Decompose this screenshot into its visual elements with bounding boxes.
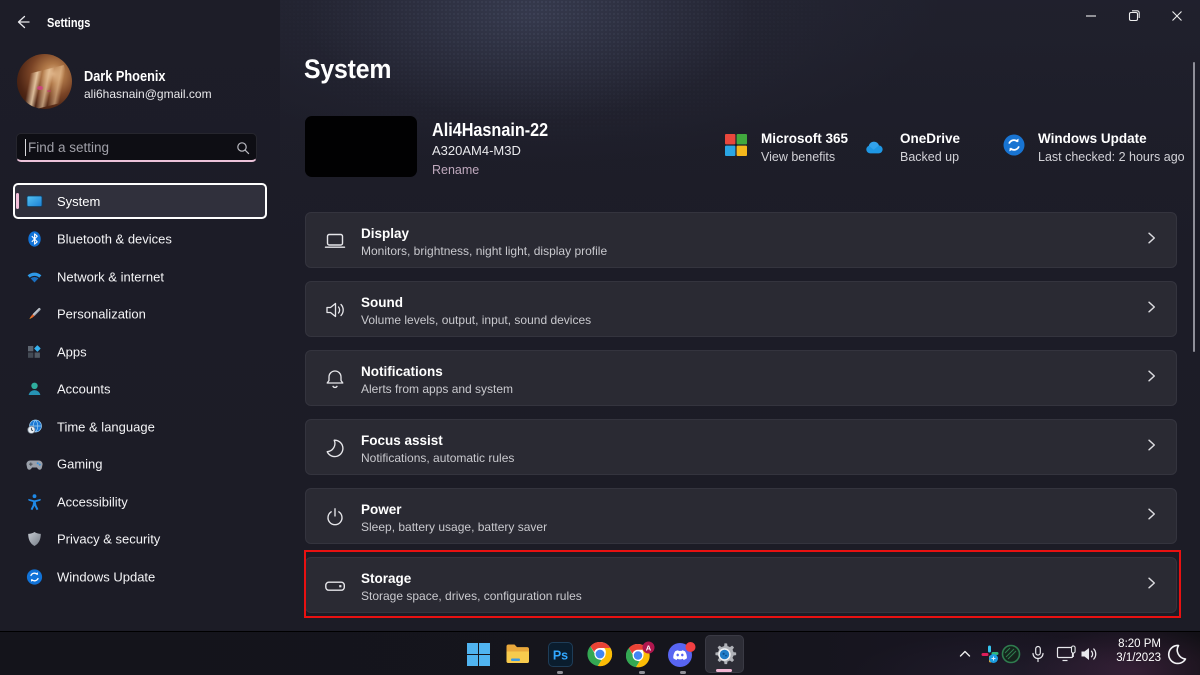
svg-text:Ps: Ps xyxy=(552,648,567,662)
svg-text:A: A xyxy=(646,643,652,652)
